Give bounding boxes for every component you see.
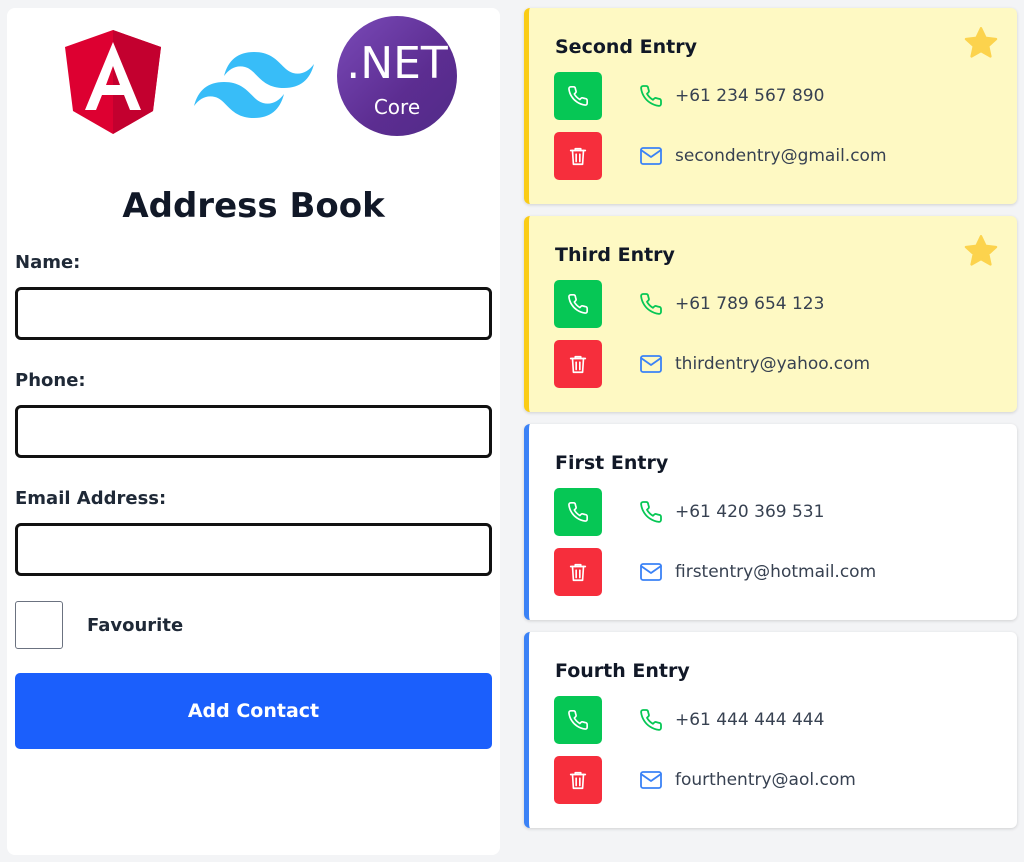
contact-email: secondentry@gmail.com: [675, 146, 887, 166]
trash-icon: [569, 355, 587, 374]
call-button[interactable]: [554, 488, 602, 536]
logo-strip: .NET Core: [7, 8, 500, 148]
phone-input[interactable]: [15, 405, 492, 458]
star-icon[interactable]: [963, 26, 999, 60]
delete-button[interactable]: [554, 132, 602, 180]
favourite-checkbox[interactable]: [15, 601, 63, 649]
email-label: Email Address:: [15, 488, 167, 509]
dotnet-logo-text: .NET: [346, 38, 448, 89]
angular-logo: [65, 30, 161, 134]
call-button[interactable]: [554, 696, 602, 744]
trash-icon: [569, 771, 587, 790]
call-button[interactable]: [554, 72, 602, 120]
name-label: Name:: [15, 252, 81, 273]
phone-icon: [640, 293, 662, 315]
phone-icon: [568, 294, 588, 314]
phone-label: Phone:: [15, 370, 86, 391]
contact-phone: +61 789 654 123: [675, 294, 825, 314]
contact-name: Fourth Entry: [555, 660, 690, 682]
delete-button[interactable]: [554, 756, 602, 804]
mail-icon: [640, 563, 662, 581]
mail-icon: [640, 147, 662, 165]
contact-name: First Entry: [555, 452, 669, 474]
contact-phone: +61 444 444 444: [675, 710, 825, 730]
contact-email: thirdentry@yahoo.com: [675, 354, 871, 374]
add-contact-button[interactable]: Add Contact: [15, 673, 492, 749]
mail-icon: [640, 771, 662, 789]
phone-icon: [568, 710, 588, 730]
contact-card: First Entry +61 420 369 531 firstentry@h…: [524, 424, 1017, 620]
contact-phone: +61 420 369 531: [675, 502, 825, 522]
contact-email: fourthentry@aol.com: [675, 770, 856, 790]
contact-card: Third Entry +61 789 654 123 thirdentry@y…: [524, 216, 1017, 412]
contact-name: Third Entry: [555, 244, 675, 266]
contact-name: Second Entry: [555, 36, 697, 58]
phone-icon: [568, 86, 588, 106]
contact-phone: +61 234 567 890: [675, 86, 825, 106]
delete-button[interactable]: [554, 548, 602, 596]
contact-card: Fourth Entry +61 444 444 444 fourthentry…: [524, 632, 1017, 828]
phone-icon: [568, 502, 588, 522]
dotnet-core-logo: .NET Core: [337, 16, 457, 136]
tailwind-logo: [194, 52, 314, 118]
favourite-label: Favourite: [87, 615, 184, 636]
phone-icon: [640, 501, 662, 523]
trash-icon: [569, 147, 587, 166]
trash-icon: [569, 563, 587, 582]
star-icon[interactable]: [963, 234, 999, 268]
mail-icon: [640, 355, 662, 373]
contact-email: firstentry@hotmail.com: [675, 562, 877, 582]
phone-icon: [640, 709, 662, 731]
page-title: Address Book: [122, 186, 385, 226]
name-input[interactable]: [15, 287, 492, 340]
contact-form-panel: .NET Core Address Book Name: Phone: Emai…: [7, 8, 500, 855]
phone-icon: [640, 85, 662, 107]
contact-card: Second Entry +61 234 567 890 secondentry…: [524, 8, 1017, 204]
dotnet-logo-subtext: Core: [373, 95, 421, 119]
email-input[interactable]: [15, 523, 492, 576]
delete-button[interactable]: [554, 340, 602, 388]
call-button[interactable]: [554, 280, 602, 328]
